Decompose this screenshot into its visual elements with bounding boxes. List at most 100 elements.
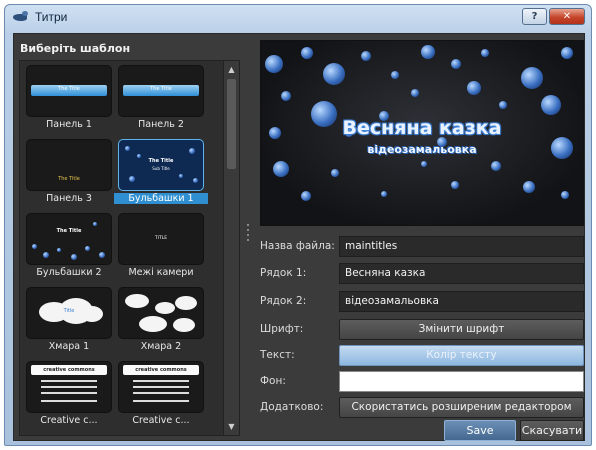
bubble-decoration (265, 55, 283, 73)
line1-row: Рядок 1: Весняна казка (260, 263, 584, 285)
scroll-down-icon[interactable]: ▼ (226, 421, 237, 432)
template-item[interactable]: The Title Панель 2 (118, 65, 204, 133)
bubble-decoration (301, 191, 311, 201)
bubble-decoration (411, 89, 419, 97)
preview-title: Весняна казка (342, 117, 502, 139)
template-list[interactable]: The Title Панель 1 The Title Панель 2 Th… (19, 60, 240, 436)
bubble-decoration (301, 47, 313, 59)
template-label: Бульбашки 1 (114, 193, 208, 204)
thumb-title: Title (63, 308, 75, 314)
thumb-title: The Title (148, 158, 174, 164)
template-item-selected[interactable]: The Title Sub Title Бульбашки 1 (114, 139, 208, 207)
bubble-decoration (467, 81, 481, 95)
bubble-decoration (281, 91, 291, 101)
background-color-field[interactable] (339, 371, 584, 392)
scroll-thumb[interactable] (227, 79, 236, 169)
bubble-decoration (451, 59, 461, 69)
filename-label: Назва файла: (260, 240, 335, 252)
background-row: Фон: (260, 371, 584, 393)
thumb-subtitle: Sub Title (152, 166, 170, 171)
line2-label: Рядок 2: (260, 295, 307, 307)
save-button[interactable]: Save (444, 420, 516, 441)
thumb-title: TITLE (154, 236, 168, 241)
thumb-title: The Title (150, 86, 172, 92)
panel-splitter[interactable] (247, 224, 250, 250)
cancel-button[interactable]: Скасувати (520, 420, 584, 441)
template-item[interactable]: The Title Панель 1 (26, 65, 112, 133)
font-label: Шрифт: (260, 323, 304, 335)
advanced-row: Додатково: Скористатись розширеним редак… (260, 397, 584, 419)
app-icon (13, 11, 29, 23)
title-buttons: ? ✕ (522, 8, 585, 25)
template-label: Хмара 1 (48, 341, 90, 352)
bubble-decoration (273, 161, 289, 177)
line1-field[interactable]: Весняна казка (339, 263, 584, 284)
template-label: Межі камери (128, 267, 194, 278)
template-label: Панель 1 (46, 119, 92, 130)
thumb-title: creative commons (31, 365, 107, 375)
bubble-decoration (331, 169, 339, 177)
bubble-decoration (561, 191, 569, 199)
font-row: Шрифт: Змінити шрифт (260, 319, 584, 341)
bubble-decoration (561, 47, 573, 59)
template-thumbnail: The Title (26, 65, 112, 117)
template-item[interactable]: Хмара 2 (118, 287, 204, 355)
template-thumbnail: creative commons (26, 361, 112, 413)
help-button[interactable]: ? (522, 8, 547, 25)
template-thumbnail: The Title Sub Title (118, 139, 204, 191)
template-label: Панель 2 (138, 119, 184, 130)
thumb-title: The Title (58, 86, 80, 92)
thumb-title: The Title (58, 176, 80, 182)
template-label: Creative c... (40, 415, 98, 426)
bubble-decoration (381, 191, 387, 197)
template-thumbnail (118, 287, 204, 339)
line2-row: Рядок 2: відеозамальовка (260, 291, 584, 313)
scroll-up-icon[interactable]: ▲ (226, 64, 237, 75)
text-color-row: Текст: Колір тексту (260, 345, 584, 367)
template-item[interactable]: The Title Бульбашки 2 (26, 213, 112, 281)
line1-label: Рядок 1: (260, 267, 307, 279)
titles-window: Титри ? ✕ Виберіть шаблон The Title Пане… (4, 4, 592, 446)
advanced-editor-button[interactable]: Скористатись розширеним редактором (339, 397, 584, 418)
bubble-decoration (521, 67, 543, 89)
preview-subtitle: відеозамальовка (367, 143, 477, 156)
template-item[interactable]: The Title Панель 3 (26, 139, 112, 207)
advanced-label: Додатково: (260, 401, 324, 413)
template-thumbnail: creative commons (118, 361, 204, 413)
text-color-button[interactable]: Колір тексту (339, 345, 584, 366)
bubble-decoration (491, 161, 501, 171)
text-label: Текст: (260, 349, 295, 361)
template-scrollbar[interactable]: ▲ ▼ (223, 61, 239, 435)
bubble-decoration (541, 95, 561, 115)
template-item[interactable]: creative commons Creative c... (118, 361, 204, 429)
bubble-decoration (421, 45, 435, 59)
template-thumbnail: The Title (26, 139, 112, 191)
template-label: Creative c... (132, 415, 190, 426)
background-label: Фон: (260, 375, 286, 387)
template-label: Панель 3 (46, 193, 92, 204)
template-item[interactable]: creative commons Creative c... (26, 361, 112, 429)
template-thumbnail: TITLE (118, 213, 204, 265)
template-label: Хмара 2 (140, 341, 182, 352)
template-label: Бульбашки 2 (36, 267, 102, 278)
bubble-decoration (361, 51, 371, 61)
thumb-title: creative commons (123, 365, 199, 375)
title-preview: Весняна казка відеозамальовка (260, 40, 584, 226)
dialog-content: Виберіть шаблон The Title Панель 1 The T… (13, 33, 585, 441)
change-font-button[interactable]: Змінити шрифт (339, 319, 584, 340)
window-title: Титри (35, 10, 68, 24)
bubble-decoration (451, 181, 459, 189)
bubble-decoration (499, 101, 507, 109)
bubble-decoration (523, 181, 535, 193)
template-thumbnail: Title (26, 287, 112, 339)
line2-field[interactable]: відеозамальовка (339, 291, 584, 312)
bubble-decoration (323, 63, 345, 85)
filename-field[interactable]: maintitles (339, 236, 584, 257)
close-icon[interactable]: ✕ (549, 8, 585, 25)
template-item[interactable]: TITLE Межі камери (118, 213, 204, 281)
thumb-title: The Title (56, 228, 82, 234)
filename-row: Назва файла: maintitles (260, 236, 584, 258)
template-item[interactable]: Title Хмара 1 (26, 287, 112, 355)
bubble-decoration (391, 71, 399, 79)
template-heading: Виберіть шаблон (20, 42, 131, 55)
